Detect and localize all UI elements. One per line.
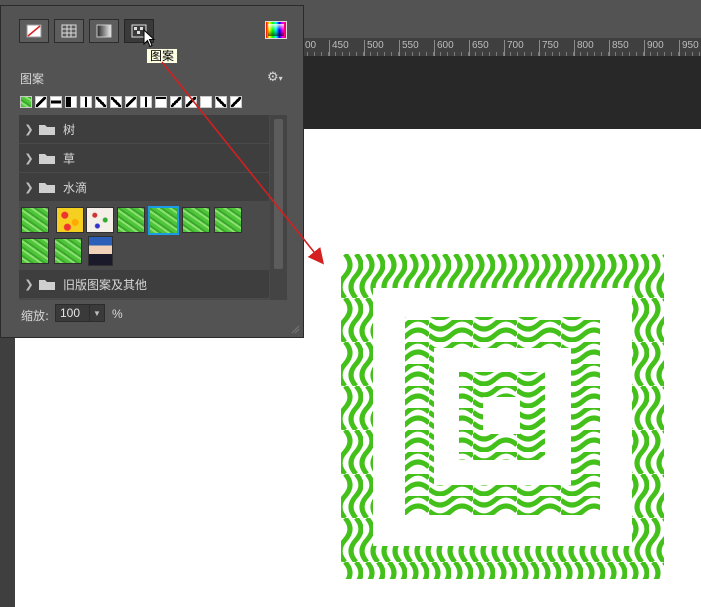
chevron-down-icon: ❯: [24, 180, 34, 194]
recent-pattern[interactable]: [155, 96, 167, 108]
ruler-tick: 950: [679, 40, 699, 56]
options-bar: [300, 0, 701, 39]
recent-pattern[interactable]: [215, 96, 227, 108]
pattern-group-tree[interactable]: ❯ 树: [19, 115, 269, 143]
group-label: 草: [63, 151, 76, 166]
no-fill-icon: [26, 24, 42, 38]
recent-pattern[interactable]: [230, 96, 242, 108]
inner-white-square: [483, 397, 520, 434]
resize-grip-icon[interactable]: [290, 324, 300, 334]
chevron-down-icon[interactable]: ▼: [89, 305, 104, 321]
ruler-tick: 900: [644, 40, 664, 56]
recent-pattern[interactable]: [65, 96, 77, 108]
scrollbar-thumb[interactable]: [274, 119, 283, 269]
pasteboard: [300, 56, 701, 129]
gradient-fill-button[interactable]: [89, 19, 119, 43]
color-picker-button[interactable]: [265, 21, 287, 39]
section-title: 图案: [20, 72, 45, 86]
recent-patterns-row: [20, 96, 242, 108]
ruler-tick: 800: [574, 40, 594, 56]
ruler-tick: 500: [364, 40, 384, 56]
pattern-swatch[interactable]: [117, 207, 145, 233]
pattern-swatch[interactable]: [21, 238, 49, 264]
ruler-tick: 650: [469, 40, 489, 56]
folder-icon: [39, 182, 55, 193]
ruler-tick: 550: [399, 40, 419, 56]
pattern-swatch[interactable]: [56, 207, 84, 233]
pattern-group-water[interactable]: ❯ 水滴: [19, 173, 269, 201]
pattern-fill-artwork[interactable]: [341, 254, 664, 579]
pattern-swatch[interactable]: [54, 238, 82, 264]
pattern-group-grass[interactable]: ❯ 草: [19, 144, 269, 172]
chevron-right-icon: ❯: [24, 151, 34, 165]
ruler-tick: 450: [329, 40, 349, 56]
pattern-swatch-photo[interactable]: [88, 236, 113, 266]
folder-icon: [39, 279, 55, 290]
pattern-swatch[interactable]: [86, 207, 114, 233]
solid-fill-button[interactable]: [54, 19, 84, 43]
vertical-ruler: [0, 338, 15, 607]
group-label: 旧版图案及其他: [63, 277, 148, 292]
recent-pattern[interactable]: [140, 96, 152, 108]
horizontal-ruler: 00 450 500 550 600 650 700 750 800 850 9…: [300, 38, 701, 56]
pattern-group-legacy[interactable]: ❯ 旧版图案及其他: [19, 270, 269, 298]
folder-icon: [39, 153, 55, 164]
ruler-tick: 00: [302, 40, 316, 56]
recent-pattern[interactable]: [185, 96, 197, 108]
pattern-swatch[interactable]: [182, 207, 210, 233]
ruler-tick: 600: [434, 40, 454, 56]
chevron-right-icon: ❯: [24, 122, 34, 136]
recent-pattern[interactable]: [200, 96, 212, 108]
recent-pattern[interactable]: [170, 96, 182, 108]
no-fill-button[interactable]: [19, 19, 49, 43]
pattern-swatch[interactable]: [214, 207, 242, 233]
folder-icon: [39, 124, 55, 135]
mouse-cursor-icon: [143, 29, 156, 48]
pattern-library-list[interactable]: ❯ 树 ❯ 草 ❯ 水滴 ❯ 旧版图案及其他: [19, 115, 287, 300]
recent-pattern[interactable]: [35, 96, 47, 108]
scale-label: 缩放:: [21, 309, 50, 323]
pattern-swatch[interactable]: [21, 207, 49, 233]
scale-input[interactable]: 100 ▼: [55, 304, 105, 322]
scale-unit: %: [112, 307, 123, 321]
pattern-swatch-selected[interactable]: [148, 206, 179, 235]
ruler-tick: 750: [539, 40, 559, 56]
recent-pattern[interactable]: [50, 96, 62, 108]
list-scrollbar[interactable]: [270, 115, 287, 300]
recent-pattern[interactable]: [110, 96, 122, 108]
group-label: 树: [63, 122, 76, 137]
ruler-tick: 850: [609, 40, 629, 56]
tooltip: 图案: [146, 48, 179, 64]
group-label: 水滴: [63, 180, 88, 195]
recent-pattern[interactable]: [20, 96, 32, 108]
gradient-icon: [96, 24, 112, 38]
ruler-tick: 700: [504, 40, 524, 56]
recent-pattern[interactable]: [125, 96, 137, 108]
gear-icon[interactable]: ⚙▾: [267, 70, 283, 85]
recent-pattern[interactable]: [95, 96, 107, 108]
grid-icon: [61, 24, 77, 38]
chevron-right-icon: ❯: [24, 277, 34, 291]
recent-pattern[interactable]: [80, 96, 92, 108]
scale-value: 100: [60, 306, 81, 320]
